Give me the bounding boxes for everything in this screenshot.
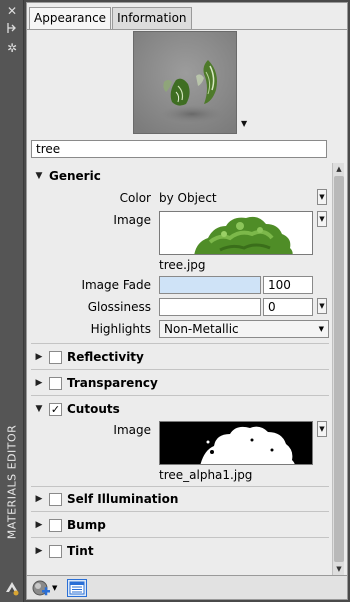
section-self-illumination-label: Self Illumination xyxy=(67,492,179,506)
expand-triangle-icon[interactable]: ▶ xyxy=(33,352,45,362)
collapse-triangle-icon[interactable]: ▼ xyxy=(33,171,45,181)
divider xyxy=(31,343,329,344)
cutout-image-dropdown[interactable]: ▼ xyxy=(317,421,327,437)
image-fade-slider[interactable] xyxy=(159,276,261,294)
vertical-scrollbar[interactable]: ▲ ▼ xyxy=(332,163,344,575)
bottom-toolbar: ▼ xyxy=(27,575,347,599)
close-icon[interactable]: ✕ xyxy=(5,4,19,18)
dropdown-arrow-icon[interactable]: ▼ xyxy=(52,579,60,597)
glossiness-dropdown[interactable]: ▼ xyxy=(317,298,327,314)
section-reflectivity-label: Reflectivity xyxy=(67,350,144,364)
create-material-icon[interactable] xyxy=(31,579,51,597)
cutout-image-thumbnail[interactable] xyxy=(159,421,313,465)
material-name-field[interactable]: tree xyxy=(31,140,327,158)
expand-triangle-icon[interactable]: ▶ xyxy=(33,546,45,556)
section-bump[interactable]: ▶ Bump xyxy=(31,513,331,537)
image-label: Image xyxy=(113,213,151,227)
palette-title: MATERIALS EDITOR xyxy=(3,392,21,572)
bump-checkbox[interactable] xyxy=(49,518,62,532)
divider xyxy=(31,369,329,370)
color-label: Color xyxy=(119,191,151,205)
pin-icon[interactable] xyxy=(5,22,19,36)
section-transparency-label: Transparency xyxy=(67,376,158,390)
section-tint-label: Tint xyxy=(67,544,94,558)
diffuse-image-thumbnail[interactable] xyxy=(159,211,313,255)
section-cutouts[interactable]: ▼ ✓ Cutouts xyxy=(31,397,331,421)
cutouts-checkbox[interactable]: ✓ xyxy=(49,402,62,416)
section-tint[interactable]: ▶ Tint xyxy=(31,539,331,563)
image-dropdown[interactable]: ▼ xyxy=(317,211,327,227)
image-filename: tree.jpg xyxy=(159,258,206,272)
scrollbar-thumb[interactable] xyxy=(334,176,344,562)
materials-editor-panel: Appearance Information ▼ tree ▼ Generic … xyxy=(26,2,348,600)
color-dropdown[interactable]: ▼ xyxy=(317,189,327,205)
tint-checkbox[interactable] xyxy=(49,544,62,558)
self-illumination-checkbox[interactable] xyxy=(49,492,62,506)
expand-triangle-icon[interactable]: ▶ xyxy=(33,494,45,504)
app-logo-icon[interactable] xyxy=(4,580,20,596)
reflectivity-checkbox[interactable] xyxy=(49,350,62,364)
gear-icon[interactable]: ✲ xyxy=(5,41,19,55)
section-generic-label: Generic xyxy=(49,169,101,183)
title-strip: ✕ ✲ MATERIALS EDITOR xyxy=(0,0,24,602)
section-reflectivity[interactable]: ▶ Reflectivity xyxy=(31,345,331,369)
scroll-up-arrow-icon[interactable]: ▲ xyxy=(334,164,344,174)
cutout-image-filename: tree_alpha1.jpg xyxy=(159,468,253,482)
divider xyxy=(31,395,329,396)
expand-triangle-icon[interactable]: ▶ xyxy=(33,378,45,388)
glossiness-input[interactable]: 0 xyxy=(263,298,313,316)
highlights-select[interactable]: Non-Metallic ▼ xyxy=(159,320,329,338)
transparency-checkbox[interactable] xyxy=(49,376,62,390)
highlights-value: Non-Metallic xyxy=(164,322,239,336)
section-bump-label: Bump xyxy=(67,518,106,532)
cutouts-image-label: Image xyxy=(113,423,151,437)
palette-title-text: MATERIALS EDITOR xyxy=(5,424,19,540)
material-preview[interactable] xyxy=(133,31,237,134)
glossiness-label: Glossiness xyxy=(87,300,151,314)
section-generic[interactable]: ▼ Generic xyxy=(31,164,331,188)
divider xyxy=(31,511,329,512)
tab-appearance[interactable]: Appearance xyxy=(29,7,112,30)
preview-options-dropdown[interactable]: ▼ xyxy=(241,120,249,128)
image-fade-input[interactable]: 100 xyxy=(263,276,313,294)
section-self-illumination[interactable]: ▶ Self Illumination xyxy=(31,487,331,511)
properties-content: ▼ Generic Color by Object ▼ Image ▼ tree… xyxy=(31,164,331,574)
glossiness-slider[interactable] xyxy=(159,298,261,316)
image-fade-label: Image Fade xyxy=(81,278,151,292)
section-transparency[interactable]: ▶ Transparency xyxy=(31,371,331,395)
tab-information[interactable]: Information xyxy=(112,7,192,29)
chevron-down-icon: ▼ xyxy=(318,325,324,333)
color-value[interactable]: by Object xyxy=(159,191,217,205)
section-cutouts-label: Cutouts xyxy=(67,402,120,416)
material-browser-icon[interactable] xyxy=(67,579,87,597)
highlights-label: Highlights xyxy=(90,322,151,336)
scroll-down-arrow-icon[interactable]: ▼ xyxy=(334,564,344,574)
tab-divider xyxy=(27,29,347,30)
tab-bar: Appearance Information xyxy=(29,7,193,30)
expand-triangle-icon[interactable]: ▶ xyxy=(33,520,45,530)
divider xyxy=(31,537,329,538)
collapse-triangle-icon[interactable]: ▼ xyxy=(33,404,45,414)
